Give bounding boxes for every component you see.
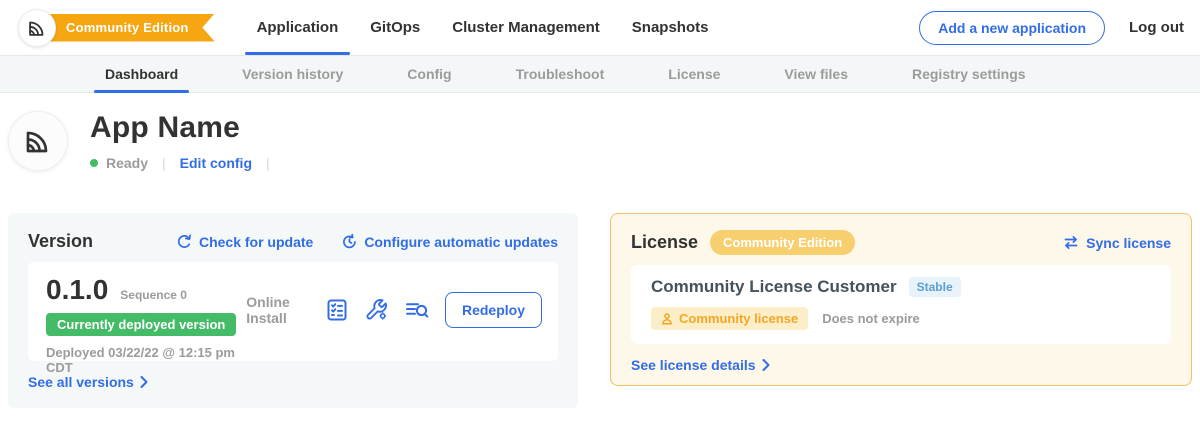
- license-expiry-label: Does not expire: [822, 311, 920, 326]
- chevron-right-icon: [140, 376, 148, 388]
- tab-version-history[interactable]: Version history: [231, 56, 354, 92]
- community-license-badge: Community license: [651, 307, 808, 330]
- nav-application[interactable]: Application: [245, 0, 351, 55]
- view-deploy-logs-button[interactable]: [404, 298, 430, 322]
- page-title: App Name: [90, 111, 270, 145]
- app-header: App Name Ready | Edit config |: [0, 93, 1200, 213]
- replicated-logo-icon: [22, 125, 54, 157]
- separator: |: [162, 155, 166, 171]
- license-customer-name: Community License Customer: [651, 277, 897, 297]
- channel-badge: Stable: [909, 277, 961, 297]
- see-all-versions-link[interactable]: See all versions: [28, 374, 558, 390]
- license-card: License Community Edition Sync license C…: [610, 213, 1192, 386]
- replicated-logo-icon: [26, 17, 48, 39]
- top-nav: Community Edition Application GitOps Clu…: [0, 0, 1200, 55]
- redeploy-button[interactable]: Redeploy: [445, 292, 542, 328]
- see-license-details-link[interactable]: See license details: [631, 357, 1171, 373]
- deployed-timestamp: Deployed 03/22/22 @ 12:15 pm CDT: [46, 345, 246, 375]
- checklist-icon: [325, 298, 349, 322]
- current-version-panel: 0.1.0 Sequence 0 Currently deployed vers…: [28, 262, 558, 361]
- version-card-title: Version: [28, 231, 93, 252]
- chevron-right-icon: [762, 359, 770, 371]
- add-new-application-button[interactable]: Add a new application: [919, 11, 1105, 45]
- main-nav: Application GitOps Cluster Management Sn…: [245, 0, 721, 55]
- version-number: 0.1.0: [46, 274, 108, 306]
- sync-arrows-icon: [1062, 234, 1080, 251]
- tab-dashboard[interactable]: Dashboard: [94, 56, 189, 92]
- tab-troubleshoot[interactable]: Troubleshoot: [505, 56, 616, 92]
- install-type-label: Online Install: [246, 294, 306, 326]
- configure-automatic-updates-link[interactable]: Configure automatic updates: [341, 233, 558, 250]
- license-card-title: License: [631, 232, 698, 253]
- auto-update-clock-icon: [341, 233, 358, 250]
- logout-button[interactable]: Log out: [1129, 19, 1184, 36]
- separator: |: [266, 155, 270, 171]
- ready-status-dot: [90, 159, 98, 167]
- view-config-button[interactable]: [325, 298, 349, 322]
- app-avatar: [8, 111, 68, 171]
- status-label: Ready: [106, 155, 148, 171]
- brand: Community Edition: [18, 9, 215, 47]
- person-icon: [661, 313, 673, 325]
- troubleshoot-button[interactable]: [364, 297, 389, 322]
- nav-snapshots[interactable]: Snapshots: [620, 0, 721, 55]
- version-card: Version Check for update Configure au: [8, 213, 578, 408]
- edit-config-link[interactable]: Edit config: [180, 155, 252, 171]
- license-details-panel: Community License Customer Stable Commun…: [631, 265, 1171, 344]
- tab-license[interactable]: License: [657, 56, 731, 92]
- app-logo: [18, 9, 56, 47]
- tab-config[interactable]: Config: [396, 56, 462, 92]
- tab-view-files[interactable]: View files: [773, 56, 859, 92]
- community-edition-badge: Community Edition: [710, 230, 855, 255]
- refresh-icon: [176, 233, 193, 250]
- currently-deployed-badge: Currently deployed version: [46, 313, 236, 336]
- nav-cluster-management[interactable]: Cluster Management: [440, 0, 612, 55]
- app-sub-nav: Dashboard Version history Config Trouble…: [0, 55, 1200, 93]
- check-for-update-link[interactable]: Check for update: [176, 233, 313, 250]
- community-edition-ribbon: Community Edition: [40, 14, 215, 42]
- tab-registry-settings[interactable]: Registry settings: [901, 56, 1037, 92]
- sequence-label: Sequence 0: [120, 288, 187, 302]
- nav-gitops[interactable]: GitOps: [358, 0, 432, 55]
- wrench-gear-icon: [364, 297, 389, 322]
- sync-license-link[interactable]: Sync license: [1062, 234, 1171, 251]
- logs-search-icon: [404, 298, 430, 322]
